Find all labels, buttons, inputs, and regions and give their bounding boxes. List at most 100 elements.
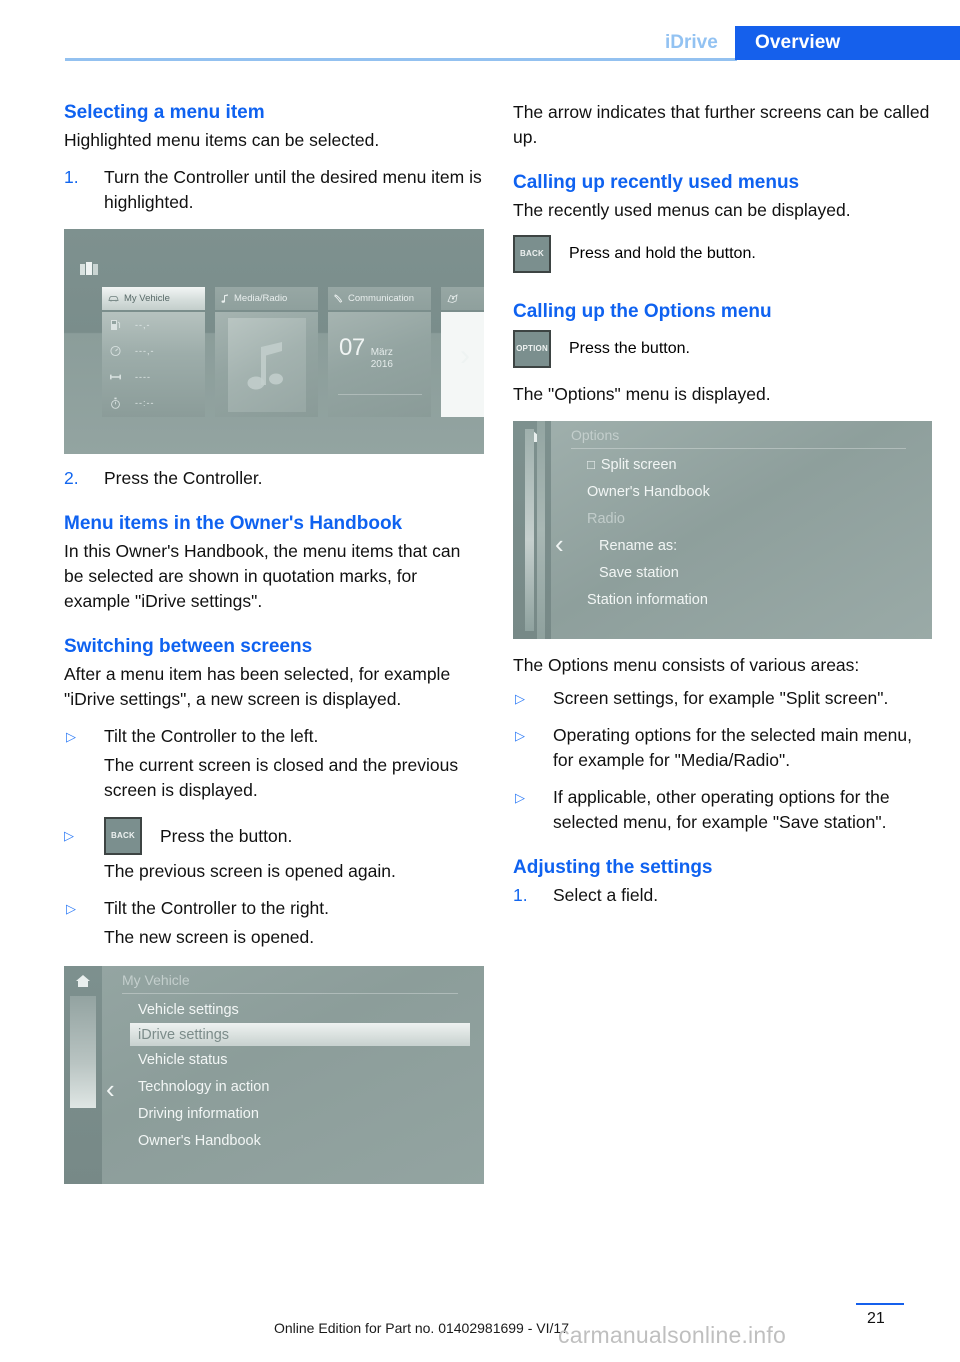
list-item-label: Rename as: — [599, 537, 678, 554]
list-item-save-station[interactable]: Save station — [551, 559, 932, 586]
list-item-label: Owner's Handbook — [138, 1132, 261, 1149]
paragraph-options-displayed: The "Options" menu is displayed. — [513, 384, 771, 404]
paragraph-new-screen: After a menu item has been selected, for… — [64, 664, 451, 709]
list-item-label: Technology in action — [138, 1078, 270, 1095]
fuel-icon — [111, 320, 121, 330]
back-button-instruction: BACK Press and hold the button. — [513, 235, 933, 273]
tile-divider — [338, 394, 422, 395]
step-2-text: Press the Controller. — [104, 468, 263, 488]
screenshot-my-vehicle-menu: My Vehicle ‹ Vehicle settings iDrive set… — [64, 966, 484, 1184]
bullet-back-button-text: Press the button. — [160, 825, 293, 846]
triangle-bullet-icon: ▷ — [66, 729, 76, 744]
options-list: □ Split screen Owner's Handbook Radio Re… — [551, 451, 932, 613]
date-month: März — [370, 347, 393, 358]
status-value-consumption: ---,- — [135, 346, 155, 356]
tile-media-radio[interactable]: Media/Radio — [215, 287, 318, 417]
list-item-label: Vehicle status — [138, 1051, 228, 1068]
scroll-indicator[interactable] — [70, 996, 96, 1108]
title-divider — [122, 993, 458, 994]
bullet-back-button: ▷ BACK Press the button. — [64, 817, 484, 855]
home-icon[interactable] — [75, 974, 91, 988]
bullet-screen-settings-text: Screen settings, for example "Split scre… — [553, 688, 889, 708]
tile-my-vehicle[interactable]: My Vehicle --,- ---,- ---- --:-- — [102, 287, 205, 417]
header-chapter-tab: Overview — [735, 26, 960, 60]
status-row-distance: ---- — [102, 364, 205, 390]
checkbox-icon[interactable]: □ — [587, 457, 595, 472]
bullet-tilt-right-result: The new screen is opened. — [104, 927, 315, 947]
step-1: 1. Turn the Controller until the desired… — [64, 165, 484, 215]
header-rule — [65, 58, 737, 61]
my-vehicle-content: My Vehicle ‹ Vehicle settings iDrive set… — [102, 966, 484, 1184]
status-value-time: --:-- — [135, 398, 155, 408]
music-note-icon — [221, 294, 228, 303]
tile-media-radio-body — [215, 312, 318, 417]
bullet-tilt-left-result: The current screen is closed and the pre… — [104, 755, 459, 800]
step-select-a-field: 1. Select a field. — [513, 883, 933, 908]
list-item-selected[interactable]: iDrive settings — [130, 1023, 470, 1046]
speedometer-icon — [110, 345, 121, 357]
tile-communication-label: Communication — [348, 293, 414, 304]
list-item-owners-handbook[interactable]: Owner's Handbook — [551, 478, 932, 505]
triangle-bullet-icon: ▷ — [515, 728, 525, 743]
list-item[interactable]: Owner's Handbook — [102, 1127, 484, 1154]
main-menu-tiles: My Vehicle --,- ---,- ---- --:-- Media/R… — [102, 287, 484, 417]
watermark: carmanualsonline.info — [558, 1322, 786, 1348]
back-button-key[interactable]: BACK — [104, 817, 142, 855]
date-day: 07 — [339, 334, 365, 361]
document-page: iDrive Overview Selecting a menu item Hi… — [0, 0, 960, 1362]
back-key-wrap: BACK — [104, 817, 160, 855]
heading-menu-items-handbook: Menu items in the Owner's Handbook — [64, 513, 403, 534]
option-button-key[interactable]: OPTION — [513, 330, 551, 368]
page-number: 21 — [867, 1310, 885, 1327]
list-item-station-information[interactable]: Station information — [551, 586, 932, 613]
paragraph-recently-used: The recently used menus can be displayed… — [513, 200, 851, 220]
list-item-label: Owner's Handbook — [587, 483, 710, 500]
bullet-tilt-right: ▷ Tilt the Controller to the right. — [64, 896, 484, 921]
list-item-label: Save station — [599, 564, 679, 581]
my-vehicle-title: My Vehicle — [122, 972, 190, 988]
bullet-back-button-result: The previous screen is opened again. — [104, 861, 396, 881]
heading-switching-between-screens: Switching between screens — [64, 636, 313, 657]
list-item[interactable]: Technology in action — [102, 1073, 484, 1100]
page-number-rule — [856, 1303, 904, 1305]
next-page-chevron-icon[interactable]: › — [460, 339, 470, 373]
triangle-bullet-icon: ▷ — [66, 901, 76, 916]
title-divider — [571, 448, 906, 449]
triangle-bullet-icon: ▷ — [515, 790, 525, 805]
triangle-bullet-icon: ▷ — [64, 828, 74, 843]
status-row-consumption: ---,- — [102, 338, 205, 364]
music-note-icon — [247, 342, 283, 390]
album-art-placeholder — [228, 318, 306, 412]
tile-communication-header: Communication — [328, 287, 431, 310]
tile-my-vehicle-body: --,- ---,- ---- --:-- — [102, 312, 205, 417]
paragraph-highlighted-items: Highlighted menu items can be selected. — [64, 130, 380, 150]
bullet-operating-options-text: Operating options for the selected main … — [553, 725, 912, 770]
tile-media-radio-label: Media/Radio — [234, 293, 288, 304]
paragraph-arrow-indicates: The arrow indicates that further screens… — [513, 102, 930, 147]
paragraph-quotation-marks: In this Owner's Handbook, the menu items… — [64, 541, 461, 611]
list-item-label: Split screen — [600, 456, 677, 473]
step-select-a-field-text: Select a field. — [553, 885, 659, 905]
heading-adjusting-settings: Adjusting the settings — [513, 857, 713, 878]
status-row-fuel: --,- — [102, 312, 205, 338]
tile-communication[interactable]: Communication 07 März 2016 — [328, 287, 431, 417]
list-item-label: iDrive settings — [138, 1026, 230, 1043]
step-2-number: 2. — [64, 468, 79, 488]
scroll-indicator[interactable] — [525, 429, 534, 631]
list-item[interactable]: Vehicle status — [102, 1046, 484, 1073]
page-header: iDrive Overview — [0, 0, 960, 72]
status-row-time: --:-- — [102, 390, 205, 416]
my-vehicle-sidebar — [64, 966, 102, 1184]
list-item[interactable]: Vehicle settings — [102, 996, 484, 1023]
list-item[interactable]: Driving information — [102, 1100, 484, 1127]
distance-icon — [110, 374, 121, 380]
back-button-key[interactable]: BACK — [513, 235, 551, 273]
list-item-split-screen[interactable]: □ Split screen — [551, 451, 932, 478]
tile-media-radio-header: Media/Radio — [215, 287, 318, 310]
step-1-text: Turn the Controller until the desired me… — [104, 167, 482, 212]
date-month-year: März 2016 — [371, 347, 393, 371]
status-value-fuel: --,- — [135, 320, 151, 330]
footer-edition-text: Online Edition for Part no. 01402981699 … — [274, 1320, 569, 1336]
list-item-rename-as[interactable]: Rename as: — [551, 532, 932, 559]
screenshot-options-menu: Options ‹ □ Split screen Owner's Handboo… — [513, 421, 932, 639]
